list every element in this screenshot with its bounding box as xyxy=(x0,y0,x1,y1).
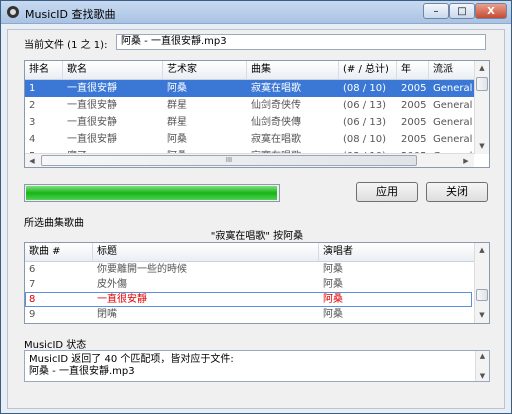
result-cell-year: 2005 xyxy=(401,100,427,111)
column-header-track[interactable]: (# / 总计) xyxy=(339,61,397,79)
track-cell-number: 9 xyxy=(29,309,36,320)
status-message: MusicID 返回了 40 个匹配项，皆对应于文件: xyxy=(29,354,234,365)
result-cell-track: (06 / 13) xyxy=(343,117,386,128)
column-header-performer[interactable]: 演唱者 xyxy=(319,243,475,261)
scroll-left-icon[interactable]: ◀ xyxy=(25,154,39,167)
current-file-label: 当前文件 (1 之 1): xyxy=(24,40,108,51)
result-cell-genre: General C xyxy=(433,117,474,128)
track-row[interactable]: 7 皮外傷 阿桑 xyxy=(25,277,472,292)
column-header-year[interactable]: 年 xyxy=(397,61,429,79)
result-cell-rank: 3 xyxy=(29,117,36,128)
result-cell-track: (06 / 13) xyxy=(343,100,386,111)
track-row[interactable]: 6 你要離開一些的時候 阿桑 xyxy=(25,262,472,277)
scroll-down-icon[interactable]: ▼ xyxy=(475,308,489,322)
result-cell-track: (08 / 10) xyxy=(343,83,386,94)
track-cell-performer: 阿桑 xyxy=(323,279,343,290)
column-header-genre[interactable]: 流派 xyxy=(429,61,477,79)
result-row[interactable]: 1 一直很安靜 阿桑 寂寞在唱歌 (08 / 10) 2005 General C xyxy=(25,80,474,97)
apply-button[interactable]: 应用 xyxy=(356,182,418,202)
scroll-up-icon[interactable]: ▲ xyxy=(475,61,489,75)
track-cell-performer: 阿桑 xyxy=(323,294,343,305)
track-cell-performer: 阿桑 xyxy=(323,309,343,320)
track-row[interactable]: 9 閉嘴 阿桑 xyxy=(25,307,472,322)
results-table: 排名 歌名 艺术家 曲集 (# / 总计) 年 流派 1 一直很安靜 阿桑 寂寞在唱歌… xyxy=(24,60,490,168)
result-cell-title: 一直很安静 xyxy=(67,100,117,111)
results-vertical-scrollbar[interactable]: ▲ ▼ xyxy=(474,61,489,154)
result-cell-album: 仙剑奇侠传 xyxy=(251,100,301,111)
result-cell-genre: General C xyxy=(433,83,474,94)
scroll-down-icon[interactable]: ▼ xyxy=(475,139,489,153)
result-cell-artist: 群星 xyxy=(167,117,187,128)
column-header-title[interactable]: 歌名 xyxy=(63,61,163,79)
result-cell-rank: 4 xyxy=(29,134,36,145)
result-cell-title: 一直很安靜 xyxy=(67,83,117,94)
result-cell-artist: 阿桑 xyxy=(167,83,187,94)
result-cell-year: 2005 xyxy=(401,134,427,145)
track-cell-performer: 阿桑 xyxy=(323,264,343,275)
result-cell-genre: General C xyxy=(433,100,474,111)
track-cell-number: 6 xyxy=(29,264,36,275)
tracks-header: 歌曲 # 标题 演唱者 xyxy=(25,243,489,262)
scroll-right-icon[interactable]: ▶ xyxy=(459,154,473,167)
column-header-album[interactable]: 曲集 xyxy=(247,61,339,79)
match-progress-bar xyxy=(24,184,280,202)
results-header: 排名 歌名 艺术家 曲集 (# / 总计) 年 流派 xyxy=(25,61,489,80)
scroll-thumb[interactable] xyxy=(476,77,488,91)
result-cell-title: 一直很安靜 xyxy=(67,134,117,145)
result-cell-title: 一直很安静 xyxy=(67,117,117,128)
musicid-window: MusicID 查找歌曲 – □ X 当前文件 (1 之 1): 阿桑 - 一直… xyxy=(0,0,512,414)
maximize-button[interactable]: □ xyxy=(449,3,475,19)
result-cell-year: 2005 xyxy=(401,117,427,128)
result-row[interactable]: 3 一直很安静 群星 仙剑奇侠傳 (06 / 13) 2005 General C xyxy=(25,114,474,131)
track-cell-title: 你要離開一些的時候 xyxy=(97,264,187,275)
status-scrollbar[interactable]: ▲ ▼ xyxy=(475,351,489,381)
minimize-button[interactable]: – xyxy=(423,3,449,19)
album-tracks-table: 歌曲 # 标题 演唱者 6 你要離開一些的時候 阿桑 7 皮外傷 阿桑 8 一直很安靜 阿桑 9 閉… xyxy=(24,242,490,324)
result-cell-album: 仙剑奇侠傳 xyxy=(251,117,301,128)
close-window-button[interactable]: X xyxy=(475,3,507,19)
column-header-artist[interactable]: 艺术家 xyxy=(163,61,247,79)
close-button[interactable]: 关闭 xyxy=(426,182,488,202)
tracks-vertical-scrollbar[interactable]: ▲ ▼ xyxy=(474,243,489,323)
track-cell-number: 7 xyxy=(29,279,36,290)
result-row[interactable]: 4 一直很安靜 阿桑 寂寞在唱歌 (08 / 10) 2005 General C xyxy=(25,131,474,148)
result-cell-year: 2005 xyxy=(401,83,427,94)
result-cell-track: (08 / 10) xyxy=(343,134,386,145)
track-cell-title: 閉嘴 xyxy=(97,309,117,320)
track-cell-title: 皮外傷 xyxy=(97,279,127,290)
dialog-body: 当前文件 (1 之 1): 阿桑 - 一直很安靜.mp3 排名 歌名 艺术家 曲… xyxy=(7,29,505,409)
track-cell-title: 一直很安靜 xyxy=(97,294,147,305)
album-title: "寂寞在唱歌" 按阿桑 xyxy=(210,231,304,242)
current-file-field[interactable]: 阿桑 - 一直很安靜.mp3 xyxy=(116,34,486,50)
result-cell-album: 寂寞在唱歌 xyxy=(251,83,301,94)
progress-fill xyxy=(26,186,277,200)
track-row[interactable]: 8 一直很安靜 阿桑 xyxy=(25,292,472,307)
result-cell-artist: 群星 xyxy=(167,100,187,111)
status-box: MusicID 返回了 40 个匹配项，皆对应于文件: 阿桑 - 一直很安靜.m… xyxy=(24,350,490,382)
column-header-track-number[interactable]: 歌曲 # xyxy=(25,243,93,261)
column-header-track-title[interactable]: 标题 xyxy=(93,243,319,261)
status-file: 阿桑 - 一直很安靜.mp3 xyxy=(29,366,135,377)
result-cell-rank: 2 xyxy=(29,100,36,111)
result-cell-genre: General C xyxy=(433,134,474,145)
column-header-rank[interactable]: 排名 xyxy=(25,61,63,79)
app-icon xyxy=(7,6,19,18)
title-bar: MusicID 查找歌曲 – □ X xyxy=(1,1,511,24)
result-cell-rank: 1 xyxy=(29,83,36,94)
scroll-down-icon[interactable]: ▼ xyxy=(476,371,489,381)
result-cell-album: 寂寞在唱歌 xyxy=(251,134,301,145)
result-row[interactable]: 2 一直很安静 群星 仙剑奇侠传 (06 / 13) 2005 General C xyxy=(25,97,474,114)
scroll-thumb[interactable] xyxy=(476,289,488,301)
result-cell-artist: 阿桑 xyxy=(167,134,187,145)
scroll-up-icon[interactable]: ▲ xyxy=(476,351,489,361)
track-cell-number: 8 xyxy=(29,294,36,305)
status-section-label: MusicID 状态 xyxy=(24,340,87,351)
window-title: MusicID 查找歌曲 xyxy=(25,8,116,21)
results-horizontal-scrollbar[interactable]: ◀ III ▶ xyxy=(25,153,474,167)
scroll-up-icon[interactable]: ▲ xyxy=(475,243,489,257)
horizontal-scroll-thumb[interactable]: III xyxy=(41,155,417,166)
